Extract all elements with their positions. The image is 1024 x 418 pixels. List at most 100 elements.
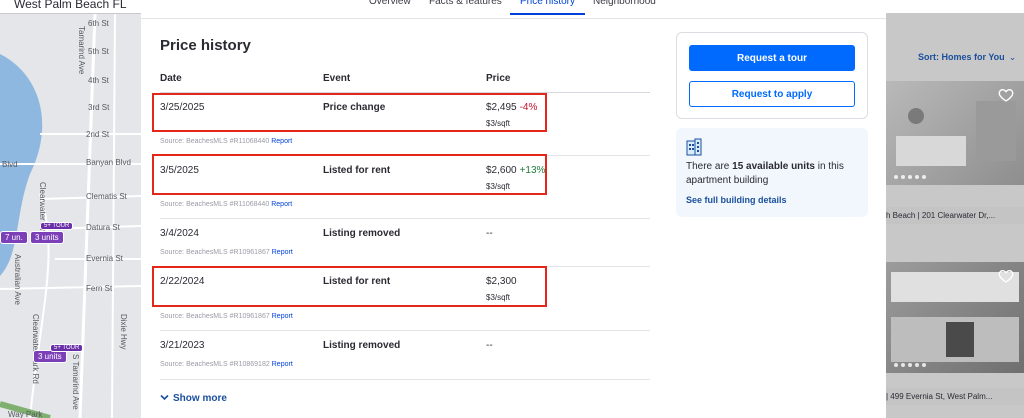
row-price: $2,600 +13% <box>486 165 545 176</box>
section-tabs: Overview Facts & features Price history … <box>141 0 886 19</box>
source-text: Source: BeachesMLS #R10961867 <box>160 249 270 256</box>
map-street-label: Blvd <box>2 160 18 169</box>
carousel-dots <box>894 175 926 179</box>
price-value: $2,600 <box>486 165 517 176</box>
map-street-label: Evernia St <box>86 254 123 263</box>
sort-dropdown[interactable]: Sort: Homes for You ⌄ <box>886 52 1024 63</box>
map-pin[interactable]: 7 un. <box>0 231 28 244</box>
listing-address[interactable]: | 499 Evernia St, West Palm... <box>886 388 1024 405</box>
row-source: Source: BeachesMLS #R10961867 Report <box>160 249 293 256</box>
row-price-per-sqft: $3/sqft <box>486 182 511 191</box>
row-event: Listing removed <box>323 228 401 239</box>
request-apply-button[interactable]: Request to apply <box>689 81 855 107</box>
available-units-card: There are 15 available units in this apa… <box>676 128 868 217</box>
price-change: -4% <box>519 102 538 113</box>
column-header-price: Price <box>486 73 511 84</box>
chevron-down-icon: ⌄ <box>1008 52 1017 62</box>
table-row: 3/4/2024 Listing removed -- Source: Beac… <box>160 219 650 267</box>
map-street-label: 4th St <box>88 76 109 85</box>
section-title: Price history <box>160 37 251 54</box>
map-street-label: Fern St <box>86 284 113 293</box>
tab-price-history[interactable]: Price history <box>510 0 586 15</box>
row-price: -- <box>486 340 493 351</box>
listing-address[interactable]: h Beach | 201 Clearwater Dr,... <box>886 207 1024 224</box>
map-street-label: Way Park <box>8 410 43 418</box>
request-tour-button[interactable]: Request a tour <box>689 45 855 71</box>
map-street-label: Tamarind Ave <box>77 26 86 75</box>
report-link[interactable]: Report <box>272 361 293 368</box>
map-street-label: Banyan Blvd <box>86 158 131 167</box>
row-divider <box>160 379 650 380</box>
row-event: Price change <box>323 102 386 113</box>
map-tour-badge[interactable]: 5+ TOUR <box>40 222 74 230</box>
tab-neighborhood[interactable]: Neighborhood <box>593 0 656 13</box>
map-street-label: Australian Ave <box>13 254 22 305</box>
map-street-label: Clematis St <box>86 192 127 201</box>
row-price: $2,495 -4% <box>486 102 537 113</box>
row-price-per-sqft: $3/sqft <box>486 293 511 302</box>
carousel-dots <box>894 363 926 367</box>
map-street-label: Datura St <box>86 223 120 232</box>
map-street-label: 2nd St <box>86 130 110 139</box>
report-link[interactable]: Report <box>272 249 293 256</box>
units-prefix: There are <box>686 161 733 172</box>
table-row: 3/21/2023 Listing removed -- Source: Bea… <box>160 331 650 380</box>
listing-column: Sort: Homes for You ⌄ h Beach | 201 Clear… <box>886 14 1024 418</box>
row-date: 2/22/2024 <box>160 276 205 287</box>
units-count: 15 available units <box>732 161 815 172</box>
source-text: Source: BeachesMLS #R11068440 <box>160 138 270 145</box>
show-more-label: Show more <box>173 393 227 404</box>
map-street-label: Dixie Hwy <box>119 314 128 350</box>
map-street-label: Clearwater Park Rd <box>31 314 40 384</box>
map[interactable]: 6th St 5th St 4th St 3rd St 2nd St Banya… <box>0 14 141 418</box>
row-source: Source: BeachesMLS #R10869182 Report <box>160 361 293 368</box>
tab-facts-features[interactable]: Facts & features <box>429 0 502 13</box>
units-description: There are 15 available units in this apa… <box>686 160 861 188</box>
row-event: Listing removed <box>323 340 401 351</box>
column-header-date: Date <box>160 73 182 84</box>
row-source: Source: BeachesMLS #R10961867 Report <box>160 313 293 320</box>
price-history-modal: Overview Facts & features Price history … <box>141 0 886 418</box>
listing-photo[interactable] <box>886 262 1024 373</box>
contact-card: Request a tour Request to apply <box>676 32 868 119</box>
column-header-event: Event <box>323 73 351 84</box>
report-link[interactable]: Report <box>271 138 292 145</box>
map-street-label: 6th St <box>88 19 109 28</box>
row-event: Listed for rent <box>323 165 391 176</box>
map-pin[interactable]: 3 units <box>30 231 64 244</box>
search-location[interactable]: West Palm Beach FL <box>14 0 127 11</box>
row-source: Source: BeachesMLS #R11068440 Report <box>160 201 292 208</box>
row-source: Source: BeachesMLS #R11068440 Report <box>160 138 292 145</box>
table-row: 3/25/2025 Price change $2,495 -4% $3/sqft… <box>152 93 650 156</box>
building-details-link[interactable]: See full building details <box>686 195 787 205</box>
report-link[interactable]: Report <box>272 313 293 320</box>
table-row: 2/22/2024 Listed for rent $2,300 $3/sqft… <box>152 266 650 331</box>
source-text: Source: BeachesMLS #R10869182 <box>160 361 270 368</box>
row-date: 3/21/2023 <box>160 340 205 351</box>
building-icon <box>686 138 702 156</box>
tab-overview[interactable]: Overview <box>369 0 411 13</box>
listing-photo[interactable] <box>886 81 1024 185</box>
heart-icon[interactable] <box>998 87 1014 103</box>
row-date: 3/4/2024 <box>160 228 199 239</box>
price-change: +13% <box>519 165 546 176</box>
row-price: $2,300 <box>486 276 517 287</box>
row-event: Listed for rent <box>323 276 391 287</box>
price-value: $2,495 <box>486 102 517 113</box>
heart-icon[interactable] <box>998 268 1014 284</box>
table-row: 3/5/2025 Listed for rent $2,600 +13% $3/s… <box>152 154 650 219</box>
source-text: Source: BeachesMLS #R10961867 <box>160 313 270 320</box>
row-date: 3/25/2025 <box>160 102 205 113</box>
map-street-label: S Tamarind Ave <box>71 354 80 410</box>
map-street-label: 5th St <box>88 47 109 56</box>
chevron-down-icon <box>160 394 169 401</box>
sort-label: Sort: Homes for You <box>918 52 1005 62</box>
map-tour-badge[interactable]: 5+ TOUR <box>50 344 84 352</box>
show-more-button[interactable]: Show more <box>160 393 227 404</box>
map-street-label: 3rd St <box>88 103 110 112</box>
source-text: Source: BeachesMLS #R11068440 <box>160 201 270 208</box>
row-date: 3/5/2025 <box>160 165 199 176</box>
row-price-per-sqft: $3/sqft <box>486 119 511 128</box>
row-price: -- <box>486 228 493 239</box>
report-link[interactable]: Report <box>271 201 292 208</box>
